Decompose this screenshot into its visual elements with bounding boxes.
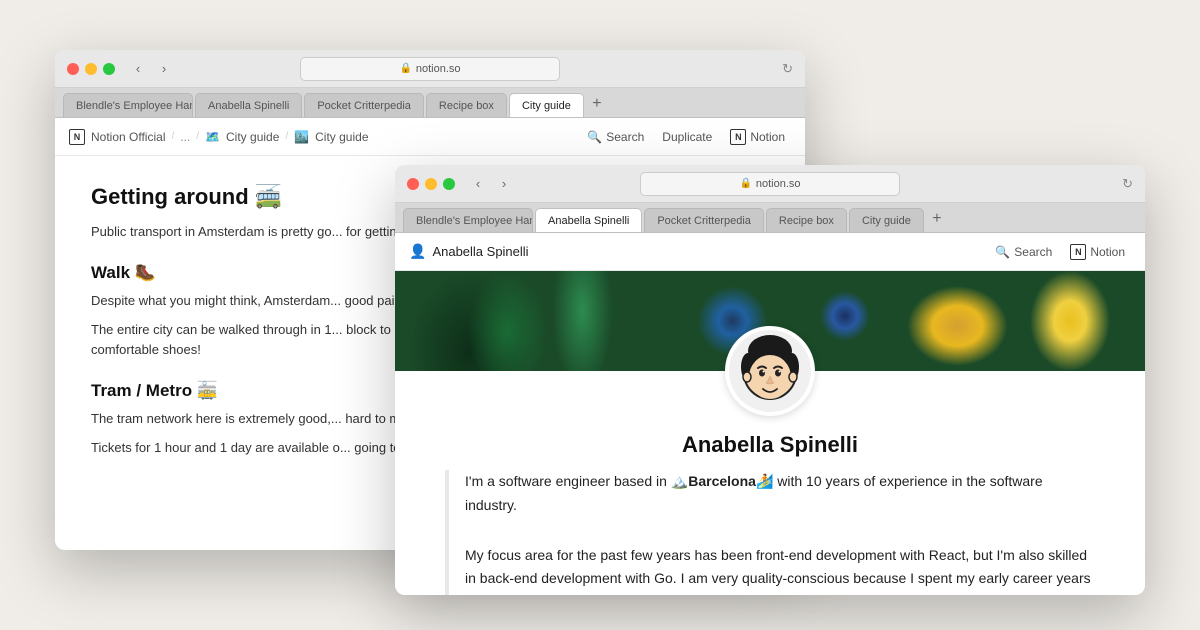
lock-icon: 🔒	[399, 63, 411, 74]
bio-p2: My focus area for the past few years has…	[465, 544, 1095, 595]
notion-icon-front: N	[1070, 244, 1086, 260]
maximize-button[interactable]	[103, 63, 115, 75]
url-text: notion.so	[416, 63, 461, 75]
search-icon-front: 🔍	[995, 245, 1010, 259]
notion-button-front[interactable]: N Notion	[1064, 241, 1131, 263]
back-button[interactable]: ‹	[127, 58, 149, 80]
back-button-front[interactable]: ‹	[467, 173, 489, 195]
refresh-button-front[interactable]: ↻	[1122, 176, 1133, 192]
title-bar-front: ‹ › 🔒 notion.so ↻	[395, 165, 1145, 203]
refresh-button[interactable]: ↻	[782, 61, 793, 77]
page-title-toolbar: Anabella Spinelli	[432, 244, 528, 259]
traffic-lights-back	[67, 63, 115, 75]
tab-critter-front[interactable]: Pocket Critterpedia	[644, 208, 764, 232]
tabs-bar-back: Blendle's Employee Handbook Anabella Spi…	[55, 88, 805, 118]
minimize-button[interactable]	[85, 63, 97, 75]
forward-button[interactable]: ›	[153, 58, 175, 80]
breadcrumb-city-label2: City guide	[315, 130, 368, 144]
tab-critterpedia[interactable]: Pocket Critterpedia	[304, 93, 424, 117]
add-tab-button-front[interactable]: +	[926, 208, 948, 230]
notion-button-back[interactable]: N Notion	[724, 126, 791, 148]
breadcrumb-notion: Notion Official	[91, 130, 165, 144]
breadcrumb-dots: ...	[180, 130, 190, 144]
close-button-front[interactable]	[407, 178, 419, 190]
tabs-bar-front: Blendle's Employee Handbook Anabella Spi…	[395, 203, 1145, 233]
search-button-front[interactable]: 🔍 Search	[989, 242, 1058, 262]
toolbar-back: N Notion Official / ... / 🗺️ City guide …	[55, 118, 805, 156]
address-bar-back[interactable]: 🔒 notion.so	[300, 57, 560, 81]
maximize-button-front[interactable]	[443, 178, 455, 190]
profile-name: Anabella Spinelli	[445, 432, 1095, 458]
address-bar-front[interactable]: 🔒 notion.so	[640, 172, 900, 196]
profile-content: Anabella Spinelli I'm a software enginee…	[395, 432, 1145, 595]
traffic-lights-front	[407, 178, 455, 190]
title-bar-back: ‹ › 🔒 notion.so ↻	[55, 50, 805, 88]
search-button-back[interactable]: 🔍 Search	[581, 127, 650, 147]
search-icon-back: 🔍	[587, 130, 602, 144]
lock-icon-front: 🔒	[739, 178, 751, 189]
avatar-container	[395, 326, 1145, 416]
tab-blendl[interactable]: Blendle's Employee Handbook	[63, 93, 193, 117]
browser-window-front: ‹ › 🔒 notion.so ↻ Blendle's Employee Han…	[395, 165, 1145, 595]
notion-icon-back: N	[730, 129, 746, 145]
tab-anabella[interactable]: Anabella Spinelli	[195, 93, 302, 117]
tab-recipe[interactable]: Recipe box	[426, 93, 507, 117]
breadcrumb-city1: 🗺️	[205, 130, 220, 144]
duplicate-button[interactable]: Duplicate	[656, 127, 718, 147]
content-front: Anabella Spinelli I'm a software enginee…	[395, 271, 1145, 595]
close-button[interactable]	[67, 63, 79, 75]
tab-blendle-front[interactable]: Blendle's Employee Handbook	[403, 208, 533, 232]
bio-blockquote: I'm a software engineer based in 🏔️Barce…	[445, 470, 1095, 595]
bio-p1: I'm a software engineer based in 🏔️Barce…	[465, 470, 1095, 518]
avatar	[725, 326, 815, 416]
nav-buttons-front: ‹ ›	[467, 173, 515, 195]
url-text-front: notion.so	[756, 178, 801, 190]
breadcrumb-city2: 🏙️	[294, 130, 309, 144]
page-icon-front: 👤	[409, 243, 426, 260]
sep2: /	[196, 131, 199, 142]
nav-buttons: ‹ ›	[127, 58, 175, 80]
tab-cityguide-back[interactable]: City guide	[509, 93, 584, 117]
minimize-button-front[interactable]	[425, 178, 437, 190]
forward-button-front[interactable]: ›	[493, 173, 515, 195]
tab-recipe-front[interactable]: Recipe box	[766, 208, 847, 232]
add-tab-button-back[interactable]: +	[586, 93, 608, 115]
sep3: /	[285, 131, 288, 142]
notion-logo-back: N	[69, 129, 85, 145]
toolbar-front: 👤 Anabella Spinelli 🔍 Search N Notion	[395, 233, 1145, 271]
sep1: /	[171, 131, 174, 142]
breadcrumb-city-label1: City guide	[226, 130, 279, 144]
tab-city-front[interactable]: City guide	[849, 208, 924, 232]
avatar-face-svg	[730, 331, 810, 411]
tab-anabella-front[interactable]: Anabella Spinelli	[535, 208, 642, 232]
